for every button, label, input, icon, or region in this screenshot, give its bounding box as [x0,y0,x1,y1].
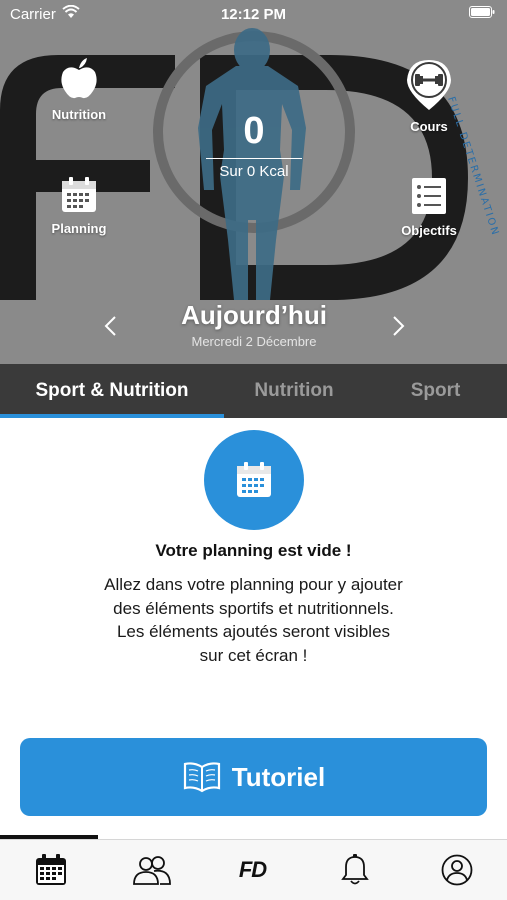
status-bar: Carrier 12:12 PM [0,0,507,30]
planning-label: Planning [51,221,107,236]
nav-community[interactable] [101,840,202,900]
tab-sport-nutrition[interactable]: Sport & Nutrition [0,364,224,418]
tab-nutrition[interactable]: Nutrition [224,364,364,418]
cours-label: Cours [410,119,448,134]
objectifs-shortcut[interactable]: Objectifs [374,176,484,238]
empty-state-line: sur cet écran ! [199,645,308,665]
empty-state-line: Allez dans votre planning pour y ajouter [104,575,403,594]
tab-sport[interactable]: Sport [364,364,507,418]
tutorial-button-label: Tutoriel [231,761,326,792]
bottom-nav: FD [0,839,507,900]
previous-day-button[interactable] [96,312,124,340]
tab-bar: Sport & Nutrition Nutrition Sport [0,364,507,418]
kcal-value: 0 [243,110,265,152]
calendar-icon [237,462,271,497]
battery-icon [469,6,495,18]
cours-shortcut[interactable]: Cours [374,58,484,134]
day-title: Aujourd’hui [181,300,327,330]
empty-state-title: Votre planning est vide ! [155,541,352,560]
apple-icon [61,58,97,99]
kcal-goal-label: Sur 0 Kcal [219,163,289,180]
nav-planning[interactable] [0,840,101,900]
users-icon [132,856,171,885]
hero-header: FULL DETERMINATION Carrier 12:12 PM Nutr… [0,0,507,364]
nutrition-shortcut[interactable]: Nutrition [24,56,134,122]
nutrition-label: Nutrition [51,107,107,122]
planning-shortcut[interactable]: Planning [24,176,134,236]
bell-icon [340,854,369,885]
next-day-button[interactable] [385,312,413,340]
tutorial-button[interactable]: Tutoriel [20,738,487,816]
fd-logo: FD [238,857,267,882]
book-icon [183,762,220,793]
empty-planning-badge [204,430,304,530]
empty-state-line: Les éléments ajoutés seront visibles [116,622,391,641]
nav-profile[interactable] [406,840,507,900]
calendar-icon [62,177,96,212]
kcal-divider [206,158,302,159]
status-time: 12:12 PM [220,6,287,23]
nav-home-logo[interactable]: FD [202,840,303,900]
dumbbell-icon [407,60,451,110]
nav-notifications[interactable] [304,840,405,900]
checklist-icon [412,178,446,214]
chevron-right-icon [393,316,405,336]
day-date: Mercredi 2 Décembre [191,334,317,349]
chevron-left-icon [104,316,116,336]
empty-state-line: des éléments sportifs et nutritionnels. [113,598,394,618]
calendar-icon [35,854,66,885]
empty-state-message: Allez dans votre planning pour y ajouter… [50,573,457,667]
profile-icon [441,854,472,886]
objectifs-label: Objectifs [401,223,457,238]
tab-active-indicator [0,414,224,418]
